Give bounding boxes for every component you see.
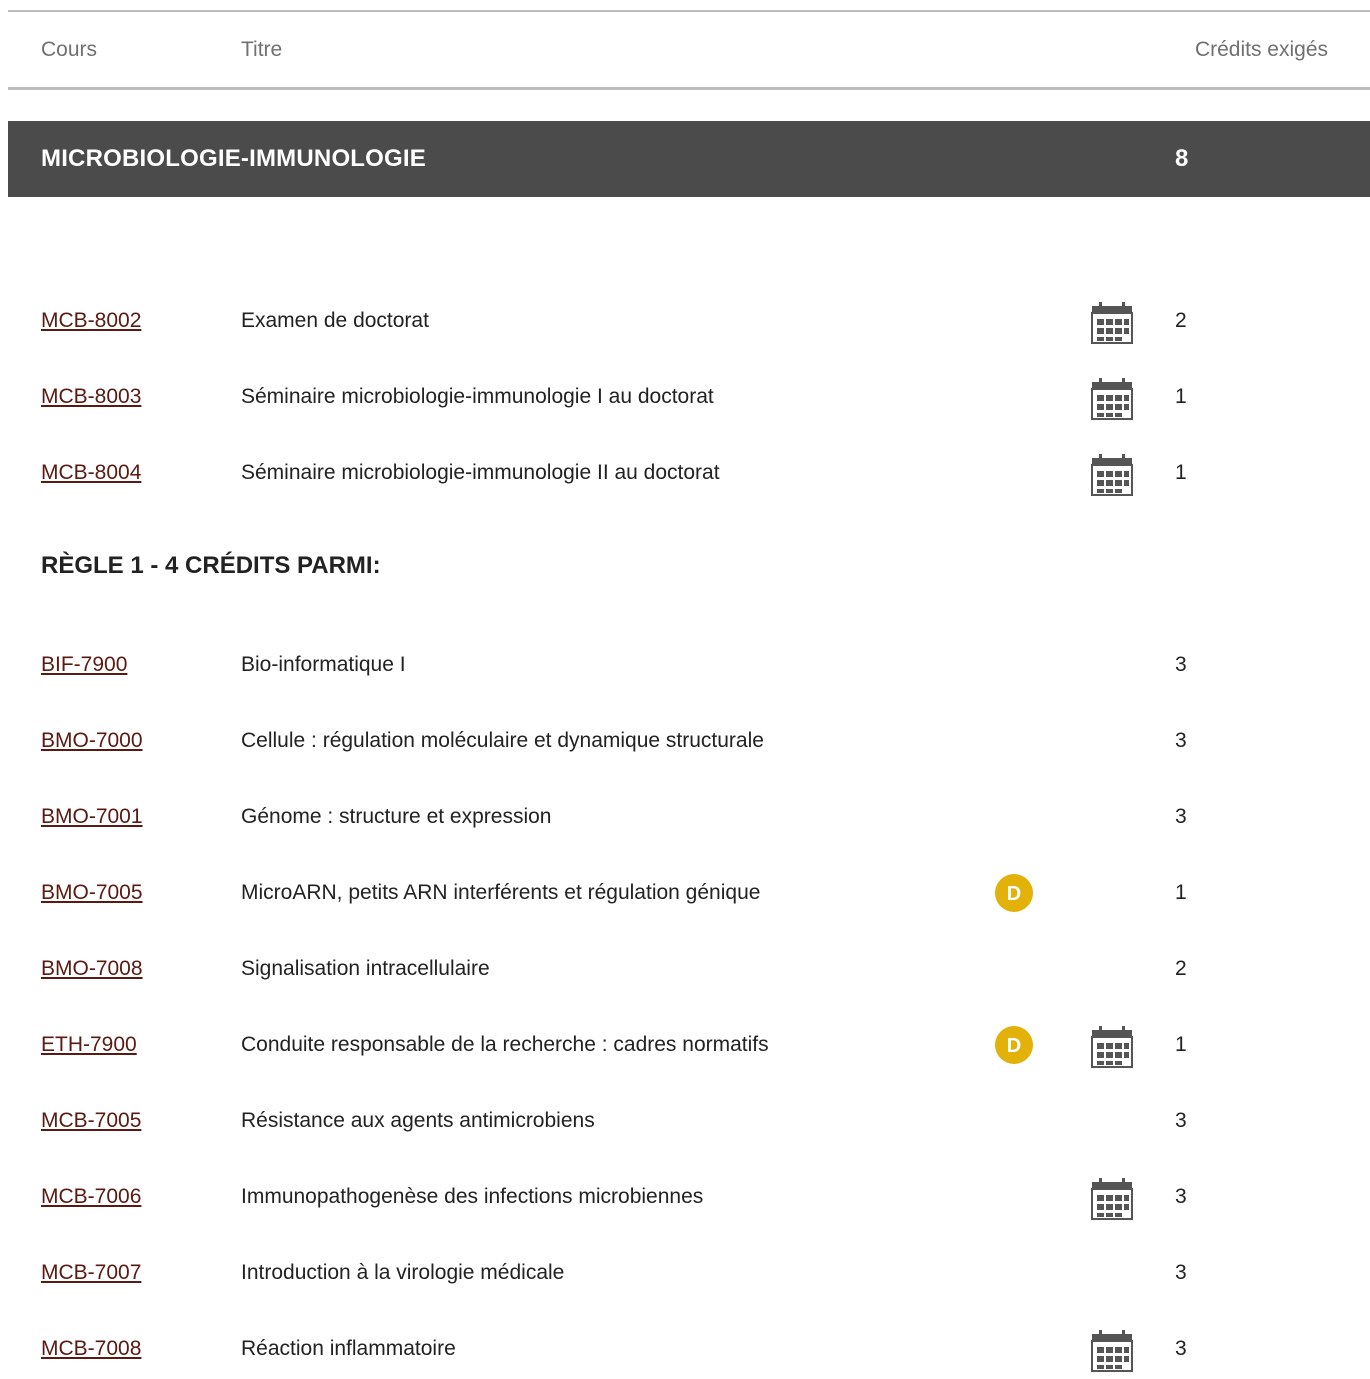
course-code-link[interactable]: MCB-7006 — [41, 1185, 141, 1209]
course-title: Séminaire microbiologie-immunologie I au… — [241, 385, 714, 408]
course-row: ETH-7900 Conduite responsable de la reche… — [0, 1025, 1370, 1068]
course-code-link[interactable]: MCB-8003 — [41, 385, 141, 409]
course-title: Résistance aux agents antimicrobiens — [241, 1109, 595, 1132]
course-row: BIF-7900 Bio-informatique I 3 — [0, 645, 1370, 685]
section-credits: 8 — [1175, 145, 1189, 172]
course-code-link[interactable]: ETH-7900 — [41, 1033, 137, 1057]
course-credits: 3 — [1175, 729, 1187, 752]
course-row: BMO-7008 Signalisation intracellulaire 2 — [0, 949, 1370, 989]
course-title: Bio-informatique I — [241, 653, 406, 676]
course-title: Séminaire microbiologie-immunologie II a… — [241, 461, 720, 484]
course-title: Introduction à la virologie médicale — [241, 1261, 565, 1284]
column-header-credits: Crédits exigés — [1194, 38, 1328, 61]
course-credits: 2 — [1175, 309, 1187, 332]
course-title: Signalisation intracellulaire — [241, 957, 490, 980]
calendar-icon[interactable] — [1090, 1176, 1134, 1222]
section-header: MICROBIOLOGIE-IMMUNOLOGIE 8 — [8, 121, 1370, 197]
calendar-icon[interactable] — [1090, 1328, 1134, 1374]
course-row: MCB-8004 Séminaire microbiologie-immunolo… — [0, 453, 1370, 496]
course-row: MCB-7007 Introduction à la virologie médi… — [0, 1253, 1370, 1293]
course-code-link[interactable]: BMO-7000 — [41, 729, 143, 753]
svg-text:D: D — [1007, 883, 1021, 905]
top-divider — [8, 10, 1370, 12]
course-code-link[interactable]: BMO-7001 — [41, 805, 143, 829]
course-title: Génome : structure et expression — [241, 805, 552, 828]
course-row: BMO-7001 Génome : structure et expression… — [0, 797, 1370, 837]
course-code-link[interactable]: BIF-7900 — [41, 653, 127, 677]
course-row: MCB-7005 Résistance aux agents antimicrob… — [0, 1101, 1370, 1141]
course-row: BMO-7005 MicroARN, petits ARN interférent… — [0, 873, 1370, 913]
course-credits: 2 — [1175, 957, 1187, 980]
course-row: MCB-8002 Examen de doctorat 2 — [0, 301, 1370, 344]
course-row: MCB-7006 Immunopathogenèse des infections… — [0, 1177, 1370, 1220]
course-title: Conduite responsable de la recherche : c… — [241, 1033, 769, 1056]
course-row: MCB-8003 Séminaire microbiologie-immunolo… — [0, 377, 1370, 420]
course-code-link[interactable]: BMO-7005 — [41, 881, 143, 905]
course-row: MCB-7008 Réaction inflammatoire 3 — [0, 1329, 1370, 1372]
course-code-link[interactable]: BMO-7008 — [41, 957, 143, 981]
svg-text:D: D — [1007, 1035, 1021, 1057]
column-header-titre: Titre — [241, 38, 283, 61]
course-title: Cellule : régulation moléculaire et dyna… — [241, 729, 764, 752]
distance-badge-icon: D — [990, 873, 1038, 913]
column-header-cours: Cours — [41, 38, 98, 61]
calendar-icon[interactable] — [1090, 1024, 1134, 1070]
course-credits: 3 — [1175, 1185, 1187, 1208]
calendar-icon[interactable] — [1090, 376, 1134, 422]
course-credits: 3 — [1175, 653, 1187, 676]
calendar-icon[interactable] — [1090, 452, 1134, 498]
course-code-link[interactable]: MCB-8004 — [41, 461, 141, 485]
distance-badge-icon: D — [990, 1025, 1038, 1065]
course-credits: 3 — [1175, 805, 1187, 828]
course-code-link[interactable]: MCB-7005 — [41, 1109, 141, 1133]
course-title: MicroARN, petits ARN interférents et rég… — [241, 881, 761, 904]
calendar-icon[interactable] — [1090, 300, 1134, 346]
rule-title: RÈGLE 1 - 4 CRÉDITS PARMI: — [41, 552, 381, 579]
header-divider — [8, 87, 1370, 90]
course-credits: 3 — [1175, 1337, 1187, 1360]
course-title: Réaction inflammatoire — [241, 1337, 456, 1360]
course-credits: 1 — [1175, 385, 1187, 408]
course-credits: 1 — [1175, 881, 1187, 904]
course-title: Examen de doctorat — [241, 309, 429, 332]
course-credits: 1 — [1175, 1033, 1187, 1056]
course-title: Immunopathogenèse des infections microbi… — [241, 1185, 704, 1208]
course-row: BMO-7000 Cellule : régulation moléculaire… — [0, 721, 1370, 761]
course-code-link[interactable]: MCB-7007 — [41, 1261, 141, 1285]
course-credits: 3 — [1175, 1261, 1187, 1284]
course-code-link[interactable]: MCB-8002 — [41, 309, 141, 333]
section-title: MICROBIOLOGIE-IMMUNOLOGIE — [41, 145, 426, 172]
course-credits: 1 — [1175, 461, 1187, 484]
course-credits: 3 — [1175, 1109, 1187, 1132]
course-code-link[interactable]: MCB-7008 — [41, 1337, 141, 1361]
